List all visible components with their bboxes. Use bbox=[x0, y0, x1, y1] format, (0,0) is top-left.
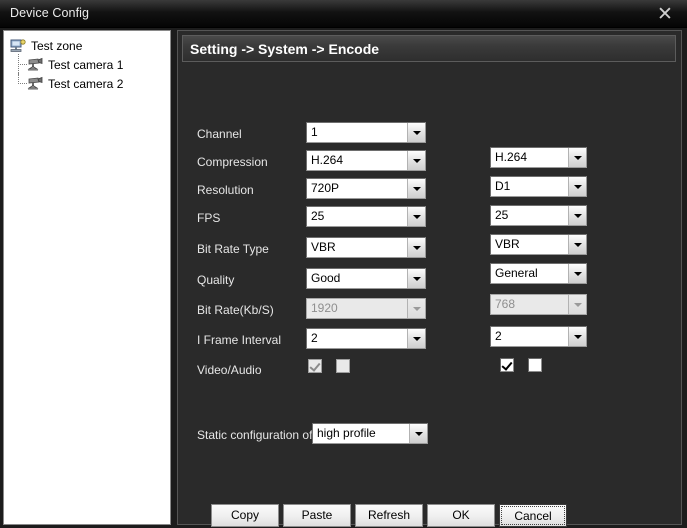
chevron-down-icon bbox=[568, 295, 586, 314]
bit-rate-value: 1920 bbox=[311, 301, 338, 315]
chevron-down-icon[interactable] bbox=[407, 179, 425, 198]
video-checkbox-sub[interactable] bbox=[500, 358, 514, 372]
i-frame-interval-select[interactable]: 2 bbox=[306, 328, 426, 349]
copy-button[interactable]: Copy bbox=[211, 504, 279, 527]
cancel-button[interactable]: Cancel bbox=[499, 504, 567, 527]
close-icon[interactable]: ✕ bbox=[651, 3, 679, 25]
device-tree-panel[interactable]: Test zone Test camera 1 Test camera 2 bbox=[3, 30, 171, 525]
bit-rate-type-select[interactable]: VBR bbox=[306, 237, 426, 258]
zone-icon bbox=[10, 38, 27, 53]
bit-rate-select: 1920 bbox=[306, 298, 426, 319]
i-frame-interval-value-sub: 2 bbox=[495, 329, 502, 343]
quality-select[interactable]: Good bbox=[306, 268, 426, 289]
chevron-down-icon[interactable] bbox=[407, 238, 425, 257]
encode-form: Channel Compression Resolution FPS Bit R… bbox=[178, 64, 681, 527]
chevron-down-icon[interactable] bbox=[568, 148, 586, 167]
bit-rate-type-value-sub: VBR bbox=[495, 237, 520, 251]
label-compression: Compression bbox=[197, 155, 268, 169]
label-resolution: Resolution bbox=[197, 183, 254, 197]
encode-settings-panel: Setting -> System -> Encode Channel Comp… bbox=[177, 30, 682, 527]
channel-value: 1 bbox=[311, 125, 318, 139]
i-frame-interval-select-sub[interactable]: 2 bbox=[490, 326, 587, 347]
resolution-select[interactable]: 720P bbox=[306, 178, 426, 199]
chevron-down-icon[interactable] bbox=[407, 269, 425, 288]
fps-select[interactable]: 25 bbox=[306, 206, 426, 227]
camera-icon bbox=[27, 57, 44, 72]
fps-value-sub: 25 bbox=[495, 208, 509, 222]
label-video-audio: Video/Audio bbox=[197, 363, 262, 377]
chevron-down-icon[interactable] bbox=[407, 123, 425, 142]
label-channel: Channel bbox=[197, 127, 242, 141]
device-tree: Test zone Test camera 1 Test camera 2 bbox=[10, 36, 123, 93]
breadcrumb-header: Setting -> System -> Encode bbox=[182, 35, 676, 62]
audio-checkbox-main[interactable] bbox=[336, 359, 350, 373]
chevron-down-icon[interactable] bbox=[568, 327, 586, 346]
compression-value: H.264 bbox=[311, 153, 344, 167]
video-checkbox-main[interactable] bbox=[308, 359, 322, 373]
chevron-down-icon[interactable] bbox=[568, 206, 586, 225]
device-config-window: Device Config ✕ Test zone Test camera 1 … bbox=[0, 0, 687, 528]
quality-select-sub[interactable]: General bbox=[490, 263, 587, 284]
fps-value: 25 bbox=[311, 209, 325, 223]
label-bit-rate-type: Bit Rate Type bbox=[197, 242, 269, 256]
chevron-down-icon[interactable] bbox=[407, 329, 425, 348]
compression-select-sub[interactable]: H.264 bbox=[490, 147, 587, 168]
tree-item-test-camera-2[interactable]: Test camera 2 bbox=[17, 73, 124, 93]
chevron-down-icon bbox=[407, 299, 425, 318]
camera-icon bbox=[27, 76, 44, 91]
tree-item-label: Test camera 1 bbox=[48, 57, 124, 72]
resolution-value-sub: D1 bbox=[495, 179, 511, 193]
compression-select[interactable]: H.264 bbox=[306, 150, 426, 171]
fps-select-sub[interactable]: 25 bbox=[490, 205, 587, 226]
i-frame-interval-value: 2 bbox=[311, 331, 318, 345]
bit-rate-select-sub: 768 bbox=[490, 294, 587, 315]
label-fps: FPS bbox=[197, 211, 221, 225]
audio-checkbox-sub[interactable] bbox=[528, 358, 542, 372]
quality-value: Good bbox=[311, 271, 341, 285]
static-configuration-select[interactable]: high profile bbox=[312, 423, 428, 444]
chevron-down-icon[interactable] bbox=[407, 207, 425, 226]
compression-value-sub: H.264 bbox=[495, 150, 528, 164]
resolution-select-sub[interactable]: D1 bbox=[490, 176, 587, 197]
bit-rate-type-value: VBR bbox=[311, 240, 336, 254]
refresh-button[interactable]: Refresh bbox=[355, 504, 423, 527]
chevron-down-icon[interactable] bbox=[407, 151, 425, 170]
label-quality: Quality bbox=[197, 273, 235, 287]
bit-rate-type-select-sub[interactable]: VBR bbox=[490, 234, 587, 255]
ok-button[interactable]: OK bbox=[427, 504, 495, 527]
paste-button[interactable]: Paste bbox=[283, 504, 351, 527]
chevron-down-icon[interactable] bbox=[568, 235, 586, 254]
tree-item-label: Test zone bbox=[31, 38, 83, 53]
channel-select[interactable]: 1 bbox=[306, 122, 426, 143]
title-bar: Device Config ✕ bbox=[0, 0, 687, 28]
tree-item-label: Test camera 2 bbox=[48, 76, 124, 91]
label-i-frame-interval: I Frame Interval bbox=[197, 333, 282, 347]
resolution-value: 720P bbox=[311, 181, 340, 195]
quality-value-sub: General bbox=[495, 266, 538, 280]
chevron-down-icon[interactable] bbox=[568, 264, 586, 283]
window-title: Device Config bbox=[10, 6, 90, 20]
chevron-down-icon[interactable] bbox=[409, 424, 427, 443]
tree-item-test-camera-1[interactable]: Test camera 1 bbox=[17, 54, 124, 75]
breadcrumb: Setting -> System -> Encode bbox=[190, 41, 380, 57]
cancel-button-label: Cancel bbox=[501, 506, 565, 525]
bit-rate-value-sub: 768 bbox=[495, 297, 516, 311]
tree-item-test-zone[interactable]: Test zone bbox=[10, 36, 123, 55]
chevron-down-icon[interactable] bbox=[568, 177, 586, 196]
label-bit-rate: Bit Rate(Kb/S) bbox=[197, 303, 274, 317]
static-configuration-value: high profile bbox=[317, 426, 376, 440]
label-static-configuration: Static configuration of bbox=[197, 428, 313, 442]
